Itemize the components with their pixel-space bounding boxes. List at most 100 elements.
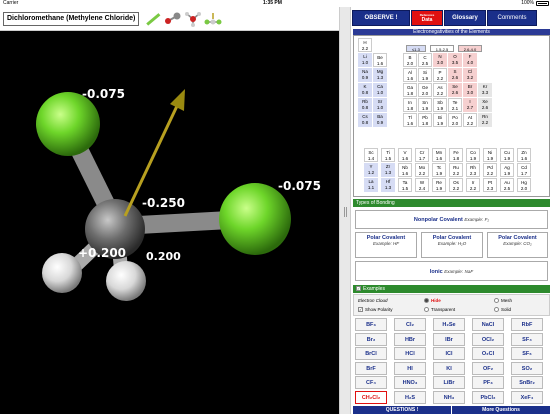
element-zn[interactable]: Zn 1.6 xyxy=(517,148,531,162)
element-sc[interactable]: Sc 1.4 xyxy=(364,148,378,162)
molecule-example-button[interactable]: LiBr xyxy=(433,376,465,389)
hydrogen-atom-right[interactable] xyxy=(106,261,146,301)
mesh-option[interactable]: Mesh xyxy=(494,298,512,303)
element-po[interactable]: Po 2.0 xyxy=(448,113,462,127)
element-in[interactable]: In 1.8 xyxy=(403,98,417,112)
element-sn[interactable]: Sn 1.9 xyxy=(418,98,432,112)
element-re[interactable]: Re 1.9 xyxy=(432,178,446,192)
element-cr[interactable]: Cr 1.7 xyxy=(415,148,429,162)
element-pd[interactable]: Pd 2.2 xyxy=(483,163,497,177)
divider-grip-icon[interactable] xyxy=(344,207,347,217)
molecule-example-button[interactable]: Cl₂ xyxy=(394,318,426,331)
transparent-radio[interactable] xyxy=(424,307,429,312)
element-tc[interactable]: Tc 1.9 xyxy=(432,163,446,177)
molecule-model-icon[interactable] xyxy=(183,10,203,28)
element-s[interactable]: S 2.6 xyxy=(448,68,462,82)
element-at[interactable]: At 2.2 xyxy=(463,113,477,127)
molecule-example-button[interactable]: HCl xyxy=(394,347,426,360)
molecule-example-button[interactable]: IBr xyxy=(433,332,465,346)
element-te[interactable]: Te 2.1 xyxy=(448,98,462,112)
element-be[interactable]: Be 1.6 xyxy=(373,53,387,67)
molecule-example-button[interactable]: NH₃ xyxy=(433,390,465,404)
molecule-example-button[interactable]: KI xyxy=(433,361,465,375)
molecule-example-button[interactable]: SnBr₂ xyxy=(511,376,543,389)
solid-radio[interactable] xyxy=(494,307,499,312)
element-pt[interactable]: Pt 2.3 xyxy=(483,178,497,192)
element-na[interactable]: Na 0.9 xyxy=(358,68,372,82)
molecule-example-button[interactable]: CF₄ xyxy=(355,376,387,389)
molecule-example-button[interactable]: Br₂ xyxy=(355,332,387,346)
element-n[interactable]: N 3.0 xyxy=(433,53,447,67)
show-polarity-checkbox[interactable]: ✓ xyxy=(358,307,363,312)
element-as[interactable]: As 2.2 xyxy=(433,83,447,97)
element-ag[interactable]: Ag 1.9 xyxy=(500,163,514,177)
element-si[interactable]: Si 1.9 xyxy=(418,68,432,82)
split-divider[interactable] xyxy=(339,7,351,414)
element-xe[interactable]: Xe 2.6 xyxy=(478,98,492,112)
element-ru[interactable]: Ru 2.2 xyxy=(449,163,463,177)
element-bi[interactable]: Bi 1.9 xyxy=(433,113,447,127)
element-br[interactable]: Br 3.0 xyxy=(463,83,477,97)
element-hg[interactable]: Hg 2.0 xyxy=(517,178,531,192)
element-ti[interactable]: Ti 1.5 xyxy=(381,148,395,162)
hide-option[interactable]: Hide xyxy=(424,298,441,303)
molecule-example-button[interactable]: BrF xyxy=(355,361,387,375)
molecule-example-button[interactable]: BF₃ xyxy=(355,318,387,331)
element-cu[interactable]: Cu 1.9 xyxy=(500,148,514,162)
element-c[interactable]: C 2.5 xyxy=(418,53,432,67)
element-ba[interactable]: Ba 0.9 xyxy=(373,113,387,127)
molecule-example-button[interactable]: CH₂Cl₂ xyxy=(355,390,387,404)
tab-glossary[interactable]: Glossary xyxy=(444,10,486,26)
mesh-radio[interactable] xyxy=(494,298,499,303)
examples-check-icon[interactable]: ✓ xyxy=(356,286,361,291)
element-la[interactable]: La 1.1 xyxy=(364,178,378,192)
tab-observe[interactable]: OBSERVE ! xyxy=(352,10,410,26)
polar-covalent-hf-button[interactable]: Polar Covalent Example: HF xyxy=(355,232,417,258)
element-ge[interactable]: Ge 2.0 xyxy=(418,83,432,97)
polar-covalent-co2-button[interactable]: Polar Covalent Example: CO₂ xyxy=(487,232,548,258)
element-tl[interactable]: Tl 1.6 xyxy=(403,113,417,127)
more-questions-button[interactable]: More Questions xyxy=(452,406,550,414)
element-al[interactable]: Al 1.6 xyxy=(403,68,417,82)
dichloromethane-model[interactable] xyxy=(0,31,339,414)
element-p[interactable]: P 2.2 xyxy=(433,68,447,82)
molecule-example-button[interactable]: PbCl₂ xyxy=(472,390,504,404)
element-k[interactable]: K 0.8 xyxy=(358,83,372,97)
element-sr[interactable]: Sr 1.0 xyxy=(373,98,387,112)
element-ca[interactable]: Ca 1.0 xyxy=(373,83,387,97)
element-h[interactable]: H 2.2 xyxy=(358,38,372,52)
tab-comments[interactable]: Comments xyxy=(487,10,537,26)
hide-radio[interactable] xyxy=(424,298,429,303)
element-y[interactable]: Y 1.2 xyxy=(364,163,378,177)
molecule-example-button[interactable]: PF₃ xyxy=(472,376,504,389)
element-cl[interactable]: Cl 3.2 xyxy=(463,68,477,82)
molecule-example-button[interactable]: HBr xyxy=(394,332,426,346)
element-ga[interactable]: Ga 1.8 xyxy=(403,83,417,97)
element-rb[interactable]: Rb 0.8 xyxy=(358,98,372,112)
molecule-example-button[interactable]: O₂Cl xyxy=(472,347,504,360)
chlorine-atom-top[interactable] xyxy=(36,92,100,156)
element-os[interactable]: Os 2.2 xyxy=(449,178,463,192)
element-o[interactable]: O 3.5 xyxy=(448,53,462,67)
molecule-example-button[interactable]: ICl xyxy=(433,347,465,360)
element-cd[interactable]: Cd 1.7 xyxy=(517,163,531,177)
ionic-button[interactable]: Ionic Example: NaF xyxy=(355,261,548,281)
element-zr[interactable]: Zr 1.3 xyxy=(381,163,395,177)
element-ni[interactable]: Ni 1.9 xyxy=(483,148,497,162)
show-polarity-toggle[interactable]: ✓ Show Polarity xyxy=(358,307,393,312)
element-f[interactable]: F 4.0 xyxy=(463,53,477,67)
molecule-viewer[interactable]: -0.075 -0.075 -0.250 +0.200 0.200 xyxy=(0,31,339,414)
element-cs[interactable]: Cs 0.8 xyxy=(358,113,372,127)
ruler-tool-icon[interactable] xyxy=(143,10,163,28)
molecule-example-button[interactable]: OCl₂ xyxy=(472,332,504,346)
molecule-example-button[interactable]: SO₂ xyxy=(511,361,543,375)
element-li[interactable]: Li 1.0 xyxy=(358,53,372,67)
element-pb[interactable]: Pb 1.8 xyxy=(418,113,432,127)
polar-covalent-h2o-button[interactable]: Polar Covalent Example: H₂O xyxy=(421,232,483,258)
molecule-example-button[interactable]: RbF xyxy=(511,318,543,331)
element-w[interactable]: W 2.4 xyxy=(415,178,429,192)
dipole-model-icon[interactable] xyxy=(203,10,223,28)
bond-model-icon[interactable] xyxy=(163,10,183,28)
element-fe[interactable]: Fe 1.8 xyxy=(449,148,463,162)
element-mo[interactable]: Mo 2.2 xyxy=(415,163,429,177)
